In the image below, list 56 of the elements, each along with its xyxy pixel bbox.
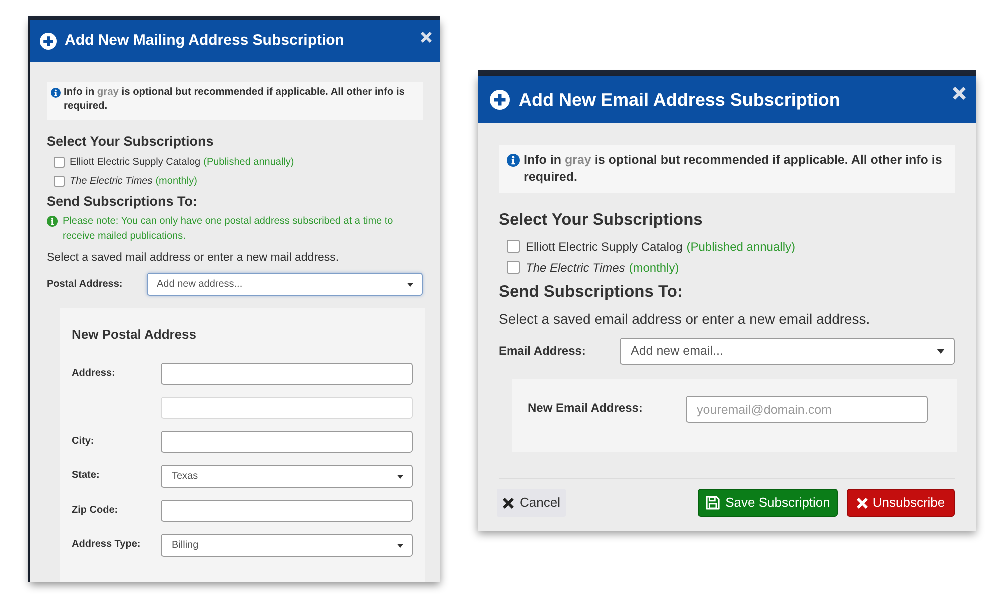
caret-icon (397, 474, 404, 478)
dialog-title: Add New Email Address Subscription (519, 88, 840, 112)
field-label: Zip Code: (72, 504, 120, 518)
section-heading: Send Subscriptions To: (499, 282, 684, 303)
input-field[interactable] (161, 363, 413, 385)
input-field[interactable] (161, 431, 413, 453)
subscription-frequency: (monthly) (629, 260, 680, 276)
field-label: State: (72, 469, 101, 483)
info-icon (507, 154, 520, 167)
field-label: New Email Address: (528, 400, 644, 417)
subscription-frequency: (Published annually) (204, 156, 294, 170)
subscription-title: Elliott Electric Supply Catalog (526, 238, 683, 256)
subscription-title: The Electric Times (526, 260, 626, 276)
instruction-text: Select a saved mail address or enter a new mail address. (47, 251, 340, 266)
cross-icon (503, 498, 514, 508)
address-select[interactable]: Add new email... (620, 338, 955, 365)
caret-icon (407, 282, 414, 286)
info-text: Info in gray is optional but recommended if applicable. All other info is required. (524, 152, 944, 186)
select-field[interactable]: Billing (161, 534, 413, 557)
plus-circle-icon (490, 90, 510, 110)
section-heading: Send Subscriptions To: (47, 193, 199, 211)
instruction-text: Select a saved email address or enter a new email address. (499, 310, 872, 328)
unsubscribe-button[interactable]: Unsubscribe (847, 489, 955, 517)
address-select[interactable]: Add new address... (147, 273, 423, 296)
caret-icon (397, 544, 404, 548)
close-icon[interactable] (953, 87, 966, 100)
field-label: Email Address: (499, 343, 587, 360)
close-icon[interactable] (421, 32, 432, 43)
field-label: Postal Address: (47, 278, 124, 292)
checkbox[interactable] (507, 240, 520, 253)
input-field[interactable]: youremail@domain.com (686, 396, 928, 423)
cross-icon (856, 498, 868, 508)
subscription-frequency: (Published annually) (686, 238, 796, 256)
field-label: City: (72, 435, 96, 449)
plus-circle-icon (40, 32, 57, 50)
field-label: Address Type: (72, 538, 142, 552)
checkbox[interactable] (54, 157, 65, 168)
save-button[interactable]: Save Subscription (698, 489, 838, 517)
dialog-title: Add New Mailing Address Subscription (65, 31, 344, 51)
caret-icon (937, 349, 945, 354)
checkbox[interactable] (54, 176, 65, 187)
section-heading: Select Your Subscriptions (47, 133, 215, 151)
note-text: Please note: You can only have one postal address subscribed at a time to receive mailed publications. (63, 215, 394, 244)
cancel-button[interactable]: Cancel (497, 489, 566, 517)
subscription-title: The Electric Times (70, 175, 153, 189)
info-icon (51, 88, 61, 98)
field-label: Address: (72, 367, 116, 381)
section-heading: Select Your Subscriptions (499, 210, 704, 231)
input-field[interactable] (161, 500, 413, 522)
checkbox[interactable] (507, 261, 520, 274)
select-field[interactable]: Texas (161, 465, 413, 488)
subscription-frequency: (monthly) (156, 175, 198, 189)
info-icon (47, 216, 58, 227)
subscription-title: Elliott Electric Supply Catalog (70, 156, 201, 170)
panel-heading: New Postal Address (72, 326, 198, 344)
info-text: Info in gray is optional but recommended if applicable. All other info is required. (64, 86, 406, 114)
